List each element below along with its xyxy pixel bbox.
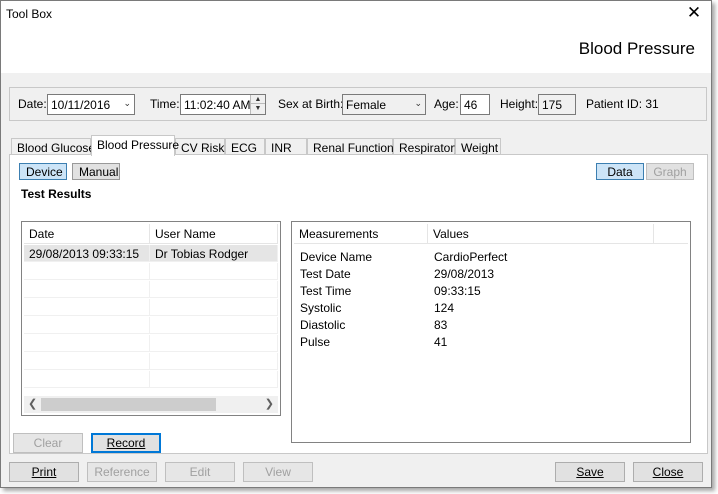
scroll-right-icon[interactable]: ❯ [265,397,274,410]
close-label: Close [652,465,684,479]
section-title: Test Results [21,187,92,201]
spin-up-icon[interactable]: ▲ [251,95,265,104]
column-header-date[interactable]: Date [24,224,150,244]
measurement-value: 09:33:15 [434,284,481,298]
date-label: Date: [18,97,47,111]
page-title: Blood Pressure [578,39,695,58]
empty-row [24,281,278,298]
close-button[interactable]: Close [633,462,703,482]
window-title: Tool Box [6,7,53,21]
measurement-value: CardioPerfect [434,250,508,264]
view-button[interactable]: View [243,462,313,482]
scroll-left-icon[interactable]: ❮ [28,397,37,410]
empty-row [24,371,278,388]
column-header-measurements[interactable]: Measurements [294,224,428,244]
height-label: Height: [500,97,539,111]
print-button[interactable]: Print [9,462,79,482]
record-label: Record [106,436,146,450]
title-bar: Tool Box ✕ Blood Pressure [1,1,711,73]
time-label: Time: [150,97,180,111]
tab-blood-pressure[interactable]: Blood Pressure [91,135,179,156]
measurement-name: Test Time [300,284,352,298]
row-date: 29/08/2013 09:33:15 [24,245,150,262]
spin-down-icon[interactable]: ▼ [251,104,265,113]
measurement-value: 41 [434,335,448,349]
device-button[interactable]: Device [19,163,67,180]
date-value: 10/11/2016 [51,98,111,112]
measurement-value: 124 [434,301,455,315]
scrollbar-thumb[interactable] [41,398,216,411]
height-field[interactable]: 175 [538,94,576,115]
column-header-values[interactable]: Values [428,224,654,244]
table-row[interactable]: 29/08/2013 09:33:15 Dr Tobias Rodger [24,245,278,262]
column-header-user[interactable]: User Name [150,224,278,244]
date-picker[interactable]: 10/11/2016 ⌄ [47,94,135,115]
manual-button[interactable]: Manual [72,163,120,180]
row-user: Dr Tobias Rodger [150,245,278,262]
time-picker[interactable]: 11:02:40 AM ▲ ▼ [180,94,266,115]
age-field[interactable]: 46 [460,94,490,115]
print-label: Print [31,465,57,479]
toolbox-window: Tool Box ✕ Blood Pressure Date: 10/11/20… [0,0,712,488]
measurement-name: Device Name [300,250,373,264]
reference-button[interactable]: Reference [87,462,157,482]
measurement-name: Systolic [300,301,342,315]
blood-pressure-panel: Device Manual Data Graph Test Results Da… [9,154,708,454]
chevron-down-icon: ⌄ [123,98,131,108]
close-icon[interactable]: ✕ [685,4,703,22]
empty-row [24,263,278,280]
clear-button[interactable]: Clear [13,433,83,453]
empty-row [24,299,278,316]
horizontal-scrollbar[interactable]: ❮ ❯ [24,396,278,413]
measurement-name: Test Date [300,267,351,281]
empty-row [24,317,278,334]
sex-label: Sex at Birth: [278,97,344,111]
data-button[interactable]: Data [596,163,644,180]
measurements-header: Measurements Values [294,224,688,244]
results-table[interactable]: Date User Name 29/08/2013 09:33:15 Dr To… [21,221,281,416]
measurement-name: Diastolic [300,318,346,332]
patient-id: Patient ID: 31 [586,97,659,111]
measurements-table[interactable]: Measurements Values Device Name CardioPe… [291,221,691,443]
time-value: 11:02:40 AM [184,98,251,112]
record-button[interactable]: Record [91,433,161,453]
measurement-value: 29/08/2013 [434,267,495,281]
graph-button[interactable]: Graph [646,163,694,180]
time-spinner[interactable]: ▲ ▼ [250,95,265,114]
results-header: Date User Name [24,224,278,244]
sex-select[interactable]: Female ⌄ [342,94,426,115]
sex-value: Female [346,98,387,112]
tab-strip: Blood Glucose Blood Pressure CV Risk ECG… [11,135,511,156]
empty-row [24,335,278,352]
age-label: Age: [434,97,459,111]
save-button[interactable]: Save [555,462,625,482]
measurement-value: 83 [434,318,448,332]
chevron-down-icon: ⌄ [414,98,422,108]
save-label: Save [576,465,604,479]
measurement-name: Pulse [300,335,331,349]
empty-row [24,353,278,370]
patient-info-bar: Date: 10/11/2016 ⌄ Time: 11:02:40 AM ▲ ▼… [9,87,707,121]
edit-button[interactable]: Edit [165,462,235,482]
